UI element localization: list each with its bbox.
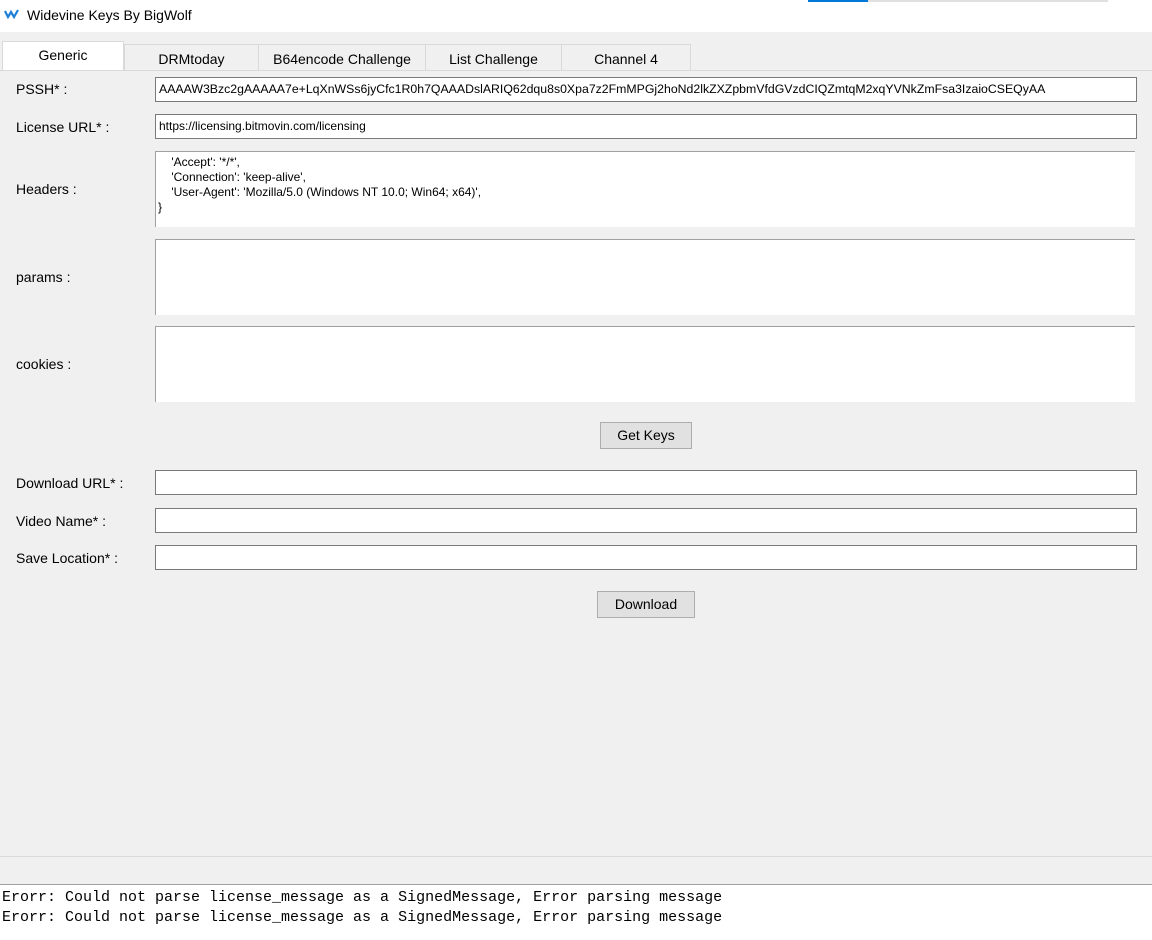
video-name-input[interactable] <box>155 508 1137 533</box>
get-keys-button[interactable]: Get Keys <box>600 422 692 449</box>
app-logo-icon <box>4 9 19 19</box>
tab-drmtoday[interactable]: DRMtoday <box>124 44 259 70</box>
headers-textarea[interactable]: 'Accept': '*/*', 'Connection': 'keep-ali… <box>155 151 1135 227</box>
tab-channel-4[interactable]: Channel 4 <box>561 44 691 70</box>
tab-list-challenge[interactable]: List Challenge <box>425 44 562 70</box>
download-button[interactable]: Download <box>597 591 695 618</box>
license-url-label: License URL* : <box>16 119 110 135</box>
pssh-input[interactable]: AAAAW3Bzc2gAAAAA7e+LqXnWSs6jyCfc1R0h7QAA… <box>155 77 1137 102</box>
pssh-label: PSSH* : <box>16 81 68 97</box>
params-label: params : <box>16 269 71 285</box>
cookies-textarea[interactable] <box>155 326 1135 402</box>
download-url-input[interactable] <box>155 470 1137 495</box>
license-url-input[interactable]: https://licensing.bitmovin.com/licensing <box>155 114 1137 139</box>
top-divider <box>808 0 1108 2</box>
title-bar: Widevine Keys By BigWolf <box>0 0 1152 32</box>
save-location-label: Save Location* : <box>16 550 118 566</box>
save-location-input[interactable] <box>155 545 1137 570</box>
params-textarea[interactable] <box>155 239 1135 315</box>
tab-b64encode-challenge[interactable]: B64encode Challenge <box>258 44 426 70</box>
tab-generic[interactable]: Generic <box>2 41 124 70</box>
headers-label: Headers : <box>16 181 77 197</box>
window-title: Widevine Keys By BigWolf <box>27 7 192 23</box>
cookies-label: cookies : <box>16 356 72 372</box>
video-name-label: Video Name* : <box>16 513 107 529</box>
log-output[interactable]: Erorr: Could not parse license_message a… <box>0 884 1152 940</box>
tab-bar: Generic DRMtoday B64encode Challenge Lis… <box>0 41 1152 71</box>
download-url-label: Download URL* : <box>16 475 124 491</box>
